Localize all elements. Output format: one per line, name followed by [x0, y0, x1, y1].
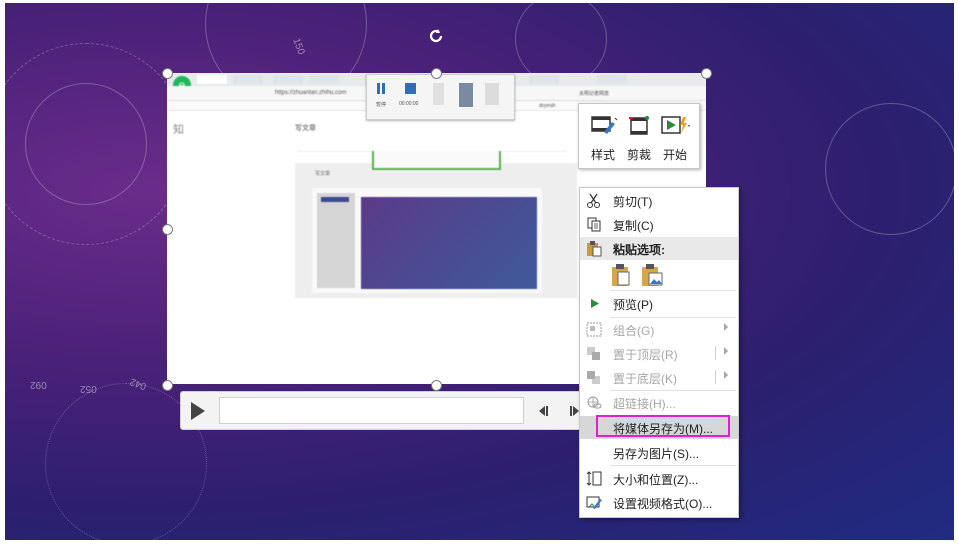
video-style-icon	[591, 114, 619, 143]
menu-item-label: 剪切(T)	[613, 195, 653, 209]
submenu-arrow-icon	[724, 371, 728, 379]
paste-icon	[585, 240, 603, 257]
format-video-icon	[585, 494, 603, 511]
browser-tab	[197, 75, 227, 84]
resize-handle[interactable]	[162, 380, 173, 391]
menu-item-size-position[interactable]: 大小和位置(Z)...	[580, 467, 738, 490]
paste-keep-source-icon[interactable]	[610, 263, 632, 287]
browser-tab	[597, 75, 627, 84]
resize-handle[interactable]	[162, 68, 173, 79]
scissors-icon	[585, 192, 603, 209]
media-progress-bar[interactable]	[219, 397, 524, 424]
decor-ring	[5, 43, 187, 245]
crop-label: 剪裁	[626, 148, 651, 162]
compass-number: 052	[80, 383, 97, 394]
menu-item-label: 大小和位置(Z)...	[613, 473, 699, 487]
menu-header-paste-options: 粘贴选项:	[580, 237, 738, 260]
menu-item-copy[interactable]: 复制(C)	[580, 213, 738, 236]
nested-slide-thumb	[361, 197, 537, 289]
context-menu: 剪切(T) 复制(C) 粘贴选项: 预览(P) 组合(G) 置于顶层(R) 置于…	[579, 187, 739, 518]
recorder-pointer-icon	[485, 83, 499, 105]
site-logo: 知	[173, 124, 184, 136]
menu-item-save-as-picture[interactable]: 另存为图片(S)...	[580, 441, 738, 464]
compass-number: 092	[30, 379, 47, 390]
nested-sidebar	[317, 193, 355, 288]
menu-item-send-to-back[interactable]: 置于底层(K)	[580, 366, 738, 389]
nested-green-box	[372, 151, 501, 170]
menu-item-format-video[interactable]: 设置视频格式(O)...	[580, 491, 738, 514]
menu-item-group[interactable]: 组合(G)	[580, 318, 738, 341]
submenu-arrow-icon	[724, 347, 728, 355]
recorder-button	[433, 83, 444, 105]
video-crop-icon	[627, 114, 653, 143]
highlight-box	[596, 415, 730, 437]
menu-separator	[610, 290, 736, 291]
menu-item-label: 超链接(H)...	[613, 397, 676, 411]
bookmark-item: doyeah	[539, 103, 556, 109]
style-button[interactable]: 样式	[585, 108, 621, 164]
menu-item-label: 置于顶层(R)	[613, 348, 678, 362]
hyperlink-icon	[585, 394, 603, 411]
resize-handle[interactable]	[162, 224, 173, 235]
recorder-time: 00:00:00	[399, 101, 419, 107]
recorder-pause-icon	[377, 83, 380, 94]
menu-item-hyperlink[interactable]: 超链接(H)...	[580, 391, 738, 414]
paste-picture-icon[interactable]	[640, 263, 664, 287]
submenu-arrow-icon	[724, 323, 728, 331]
menu-item-label: 粘贴选项:	[613, 243, 665, 257]
recorder-pause-label: 暂停	[376, 102, 387, 108]
browser-tab	[233, 75, 263, 84]
browser-tab	[309, 75, 339, 84]
menu-item-label: 复制(C)	[613, 219, 654, 233]
browser-search: 夫明记者网查	[579, 91, 610, 97]
browser-tab	[529, 75, 559, 84]
start-label: 开始	[662, 148, 687, 162]
menu-item-label: 另存为图片(S)...	[613, 447, 699, 461]
style-label: 样式	[590, 148, 615, 162]
mini-toolbar: 样式 剪裁 开始	[578, 103, 700, 169]
menu-item-label: 置于底层(K)	[613, 372, 677, 386]
recorder-widget: 暂停 00:00:00	[366, 74, 515, 120]
media-controls	[180, 391, 587, 430]
menu-item-preview[interactable]: 预览(P)	[580, 292, 738, 315]
browser-url: https://zhuanlan.zhihu.com	[275, 90, 347, 96]
recorder-mic-icon	[459, 83, 473, 107]
nested-sidebar-item	[321, 197, 349, 202]
copy-icon	[585, 216, 603, 233]
menu-item-label: 组合(G)	[613, 324, 655, 338]
play-icon	[585, 295, 603, 312]
resize-handle[interactable]	[431, 380, 442, 391]
skip-back-icon[interactable]	[537, 404, 549, 422]
play-icon[interactable]	[191, 402, 205, 420]
play-start-icon	[661, 114, 691, 143]
editor-title: 写文章	[295, 125, 316, 132]
resize-handle[interactable]	[701, 68, 712, 79]
browser-tab	[273, 75, 303, 84]
menu-item-bring-to-front[interactable]: 置于顶层(R)	[580, 342, 738, 365]
rotate-handle-icon[interactable]	[427, 27, 445, 45]
send-back-icon	[585, 369, 603, 386]
recorder-stop-icon	[405, 83, 416, 94]
decor-ring	[825, 103, 954, 235]
group-icon	[585, 321, 603, 338]
menu-item-cut[interactable]: 剪切(T)	[580, 189, 738, 212]
split-divider	[715, 346, 716, 360]
split-divider	[715, 370, 716, 384]
menu-item-label: 设置视频格式(O)...	[613, 497, 713, 511]
menu-item-label: 预览(P)	[613, 298, 653, 312]
menu-separator	[610, 465, 736, 466]
crop-button[interactable]: 剪裁	[621, 108, 657, 164]
nested-editor-title: 写文章	[315, 171, 331, 177]
bring-front-icon	[585, 345, 603, 362]
start-button[interactable]: 开始	[657, 108, 693, 164]
resize-handle[interactable]	[431, 68, 442, 79]
size-position-icon	[585, 470, 603, 487]
